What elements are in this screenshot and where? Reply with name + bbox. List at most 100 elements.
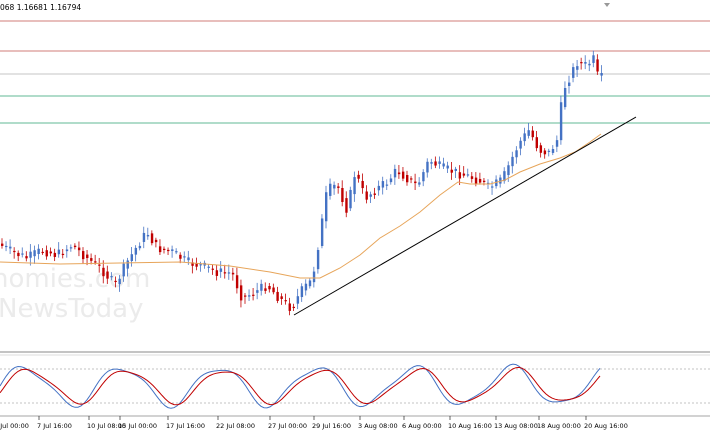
down-triangle-icon[interactable] (604, 3, 610, 7)
candle-body (406, 175, 409, 183)
candle-body (69, 247, 73, 249)
candle-body (114, 280, 117, 283)
candle-body (37, 248, 40, 255)
candle-body (179, 254, 182, 259)
candle-body (555, 140, 559, 147)
candle-body (110, 276, 113, 278)
candle-body (231, 272, 235, 275)
candle-body (523, 133, 526, 142)
candle-body (280, 296, 283, 299)
candle-body (252, 294, 255, 296)
candle-body (53, 252, 57, 257)
candle-body (450, 169, 453, 173)
candle-body (146, 234, 150, 237)
candle-body (377, 185, 381, 191)
candle-body (462, 173, 466, 176)
candle-body (397, 172, 401, 175)
candle-body (369, 194, 372, 197)
candle-body (49, 251, 52, 254)
candle-body (1, 243, 4, 246)
date-label: 10 Aug 16:00 (448, 422, 492, 430)
candle-body (268, 285, 271, 290)
candle-body (264, 288, 267, 291)
candle-body (77, 247, 81, 251)
date-label: 22 Jul 08:00 (216, 422, 255, 430)
candle-body (596, 59, 599, 72)
candle-body (559, 102, 563, 141)
candle-body (535, 137, 538, 149)
candle-body (21, 253, 24, 255)
candle-body (82, 251, 85, 260)
date-label: 20 Aug 16:00 (584, 422, 628, 430)
forex-chart[interactable]: 068 1.16681 1.16794 nomies.com NewsToday… (0, 0, 710, 434)
candle-body (563, 88, 567, 108)
candle-body (98, 264, 101, 266)
candle-body (150, 233, 154, 244)
candle-body (458, 172, 462, 179)
candle-body (393, 168, 397, 178)
candle-body (227, 272, 231, 274)
candle-body (547, 150, 551, 152)
chart-canvas[interactable]: nomies.com NewsToday 6 Jul 00:007 Jul 16… (0, 0, 710, 434)
candle-body (329, 183, 332, 196)
trendline[interactable] (293, 116, 637, 316)
candle-body (527, 130, 530, 136)
candle-body (308, 280, 312, 287)
candle-body (13, 250, 16, 253)
candle-body (223, 272, 227, 274)
candle-body (410, 178, 413, 180)
date-label: 17 Jul 16:00 (166, 422, 205, 430)
candle-body (353, 177, 356, 195)
candle-body (57, 249, 61, 255)
candle-body (296, 296, 300, 304)
candle-body (320, 218, 324, 246)
candle-body (167, 249, 170, 252)
candle-body (341, 188, 344, 202)
candle-body (17, 252, 20, 257)
candle-body (304, 283, 308, 291)
candle-body (45, 250, 48, 257)
candle-body (219, 268, 223, 272)
candle-body (434, 161, 437, 166)
candle-body (272, 287, 275, 293)
candle-body (195, 263, 198, 267)
date-label: 7 Jul 16:00 (37, 422, 72, 430)
candle-body (260, 283, 263, 291)
candle-body (572, 67, 575, 78)
candle-body (592, 55, 595, 63)
candle-body (466, 174, 470, 176)
candle-body (418, 182, 421, 185)
date-label: 6 Jul 00:00 (0, 422, 29, 430)
time-axis: 6 Jul 00:007 Jul 16:0010 Jul 08:0015 Jul… (0, 416, 628, 430)
horizontal-levels (0, 20, 710, 124)
candle-body (357, 174, 360, 179)
candle-body (171, 249, 174, 251)
candle-body (600, 73, 603, 76)
candle-body (454, 168, 457, 171)
date-label: 27 Jul 00:00 (268, 422, 307, 430)
candle-body (491, 186, 494, 188)
date-label: 6 Aug 00:00 (402, 422, 442, 430)
candle-body (325, 192, 328, 222)
candle-body (215, 270, 219, 276)
candle-body (106, 271, 109, 279)
candle-body (130, 254, 133, 262)
candle-body (65, 249, 69, 252)
candle-body (134, 247, 138, 255)
candle-body (207, 266, 210, 268)
candle-body (5, 245, 8, 248)
candle-body (507, 165, 510, 176)
candle-body (312, 271, 316, 283)
candle-body (154, 239, 158, 243)
candle-body (482, 180, 486, 182)
candle-body (389, 178, 393, 183)
candle-body (373, 193, 376, 195)
candle-body (25, 256, 28, 259)
candle-body (539, 145, 543, 153)
candle-body (438, 161, 441, 164)
candle-body (256, 290, 259, 293)
candle-body (248, 295, 251, 297)
candle-body (515, 150, 518, 158)
candle-body (551, 148, 555, 153)
candle-body (385, 184, 389, 186)
